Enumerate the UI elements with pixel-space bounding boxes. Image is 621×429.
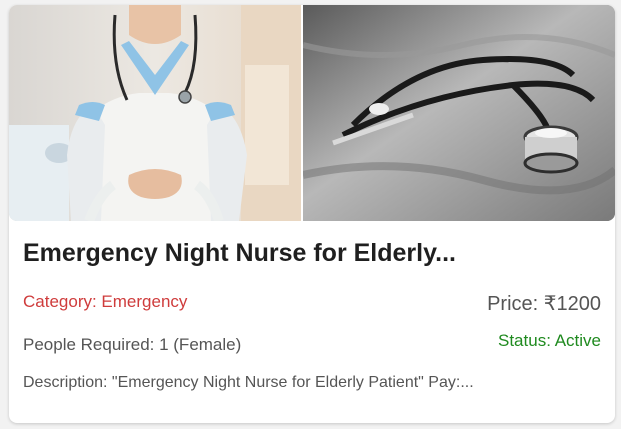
people-required-label: People Required: 1 (Female) xyxy=(23,335,242,354)
card-image-gallery xyxy=(9,5,615,221)
nurse-photo xyxy=(9,5,301,221)
category-label: Category: Emergency xyxy=(23,292,188,311)
job-card[interactable]: Emergency Night Nurse for Elderly... Cat… xyxy=(9,5,615,423)
price-label: Price: ₹1200 xyxy=(487,293,601,315)
description-text: Description: "Emergency Night Nurse for … xyxy=(23,374,474,391)
status-label: Status: Active xyxy=(498,331,601,350)
listing-title[interactable]: Emergency Night Nurse for Elderly... xyxy=(23,239,456,268)
stethoscope-photo xyxy=(303,5,615,221)
